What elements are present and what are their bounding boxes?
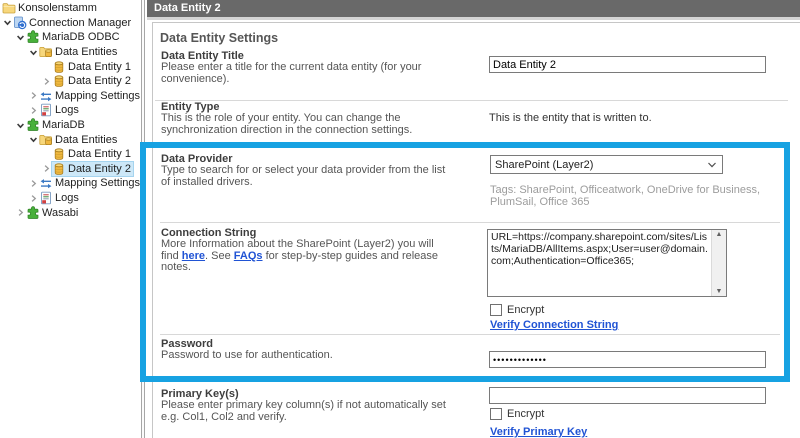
tree-item-label: Konsolenstamm <box>18 2 97 15</box>
mapping-icon <box>39 176 53 190</box>
section-separator <box>160 334 780 335</box>
logs-icon <box>39 103 53 117</box>
verify-primary-key-link[interactable]: Verify Primary Key <box>490 426 587 438</box>
entities-folder-icon <box>39 45 53 59</box>
encrypt-connection-label: Encrypt <box>507 304 545 316</box>
entity-icon <box>52 162 66 176</box>
chevron-expanded-icon[interactable] <box>28 48 39 57</box>
tree-item-logs[interactable]: Logs <box>0 191 141 206</box>
password-input[interactable] <box>489 351 766 368</box>
entity-type-value: This is the entity that is written to. <box>489 112 652 124</box>
tree-item-label: Data Entity 2 <box>68 162 131 175</box>
connection-string-input[interactable]: URL=https://company.sharepoint.com/sites… <box>488 230 711 296</box>
plugin-icon <box>26 118 40 132</box>
tree-item-wasabi[interactable]: Wasabi <box>0 205 141 220</box>
tree-item-label: Data Entities <box>55 133 118 146</box>
tree-item-data-entity-2[interactable]: Data Entity 2 <box>0 160 141 177</box>
tree-item-label: Mapping Settings <box>55 177 140 190</box>
entity-icon <box>52 147 66 161</box>
logs-icon <box>39 191 53 205</box>
entity-icon <box>52 74 66 88</box>
password-desc: Password to use for authentication. <box>161 349 333 361</box>
chevron-expanded-icon[interactable] <box>2 18 13 27</box>
tree-item-label: Wasabi <box>42 206 79 219</box>
tree-item-label: Data Entities <box>55 46 118 59</box>
chevron-expanded-icon[interactable] <box>15 33 26 42</box>
settings-pane: Data Entity 2 Data Entity Settings Data … <box>147 0 800 438</box>
chevron-collapsed-icon[interactable] <box>28 179 39 188</box>
connection-string-desc: More Information about the SharePoint (L… <box>161 238 439 274</box>
encrypt-primary-key-row: Encrypt <box>490 408 544 420</box>
tree-item-label: Mapping Settings <box>55 89 140 102</box>
here-link[interactable]: here <box>182 250 205 262</box>
tree-item-label: Logs <box>55 192 79 205</box>
chevron-expanded-icon[interactable] <box>15 121 26 130</box>
folder-icon <box>2 1 16 15</box>
tree-item-data-entity-2[interactable]: Data Entity 2 <box>0 74 141 89</box>
encrypt-connection-checkbox[interactable] <box>490 304 502 316</box>
primary-key-input[interactable] <box>489 387 766 404</box>
plugin-icon <box>26 205 40 220</box>
scroll-up-icon[interactable]: ▲ <box>716 231 723 238</box>
data-entity-title-input[interactable] <box>489 56 766 73</box>
chevron-collapsed-icon[interactable] <box>28 91 39 100</box>
textarea-scrollbar[interactable]: ▲ ▼ <box>711 230 726 296</box>
section-separator <box>155 100 788 101</box>
tree-item-label: Logs <box>55 104 79 117</box>
chevron-collapsed-icon[interactable] <box>28 106 39 115</box>
verify-connection-string-link[interactable]: Verify Connection String <box>490 319 618 331</box>
chevron-down-icon <box>707 161 717 169</box>
chevron-collapsed-icon[interactable] <box>41 77 52 86</box>
data-provider-selected: SharePoint (Layer2) <box>495 158 594 171</box>
chevron-collapsed-icon[interactable] <box>41 164 52 173</box>
tree-item-mapping-settings[interactable]: Mapping Settings <box>0 89 141 104</box>
tree-item-mapping-settings[interactable]: Mapping Settings <box>0 176 141 191</box>
encrypt-primary-key-checkbox[interactable] <box>490 408 502 420</box>
chevron-collapsed-icon[interactable] <box>28 194 39 203</box>
primary-key-desc: Please enter primary key column(s) if no… <box>161 399 446 423</box>
tree-item-connection-manager[interactable]: Connection Manager <box>0 16 141 31</box>
tree-item-mariadb[interactable]: MariaDB <box>0 118 141 133</box>
connection-manager-icon <box>13 16 27 30</box>
tree-item-label: Connection Manager <box>29 16 132 29</box>
panel-title: Data Entity 2 <box>154 2 221 14</box>
tree-item-label: Data Entity 1 <box>68 148 131 161</box>
tree-item-label: Data Entity 1 <box>68 60 131 73</box>
data-provider-tags: Tags: SharePoint, Officeatwork, OneDrive… <box>490 184 761 208</box>
tree-item-data-entities[interactable]: Data Entities <box>0 132 141 147</box>
connection-string-field: URL=https://company.sharepoint.com/sites… <box>487 229 727 297</box>
connection-tree: Konsolenstamm Connection Manager MariaDB O… <box>0 0 141 438</box>
tree-item-label: Data Entity 2 <box>68 75 131 88</box>
tree-item-label: MariaDB <box>42 119 85 132</box>
tree-item-data-entity-1[interactable]: Data Entity 1 <box>0 59 141 74</box>
entities-folder-icon <box>39 133 53 147</box>
section-separator <box>160 222 780 223</box>
scroll-down-icon[interactable]: ▼ <box>716 288 723 295</box>
mapping-icon <box>39 89 53 103</box>
data-provider-desc: Type to search for or select your data p… <box>161 164 446 188</box>
entity-icon <box>52 60 66 74</box>
header-strip <box>147 17 800 20</box>
data-provider-select[interactable]: SharePoint (Layer2) <box>490 155 723 174</box>
chevron-collapsed-icon[interactable] <box>15 208 26 217</box>
encrypt-primary-key-label: Encrypt <box>507 408 545 420</box>
section-title: Data Entity Settings <box>160 31 279 45</box>
panel-header: Data Entity 2 <box>147 0 800 17</box>
plugin-icon <box>26 30 40 44</box>
tree-panel-divider[interactable] <box>141 0 145 438</box>
tree-item-data-entities[interactable]: Data Entities <box>0 45 141 60</box>
faqs-link[interactable]: FAQs <box>234 250 263 262</box>
chevron-expanded-icon[interactable] <box>28 135 39 144</box>
tree-item-logs[interactable]: Logs <box>0 103 141 118</box>
tree-item-data-entity-1[interactable]: Data Entity 1 <box>0 147 141 162</box>
tree-item-konsolenstamm[interactable]: Konsolenstamm <box>0 1 141 16</box>
data-entity-title-desc: Please enter a title for the current dat… <box>161 61 422 85</box>
tree-item-mariadb-odbc[interactable]: MariaDB ODBC <box>0 30 141 45</box>
tree-item-label: MariaDB ODBC <box>42 31 120 44</box>
entity-type-desc: This is the role of your entity. You can… <box>161 112 413 136</box>
encrypt-connection-row: Encrypt <box>490 304 544 316</box>
connection-string-desc-text: . See <box>205 249 234 262</box>
